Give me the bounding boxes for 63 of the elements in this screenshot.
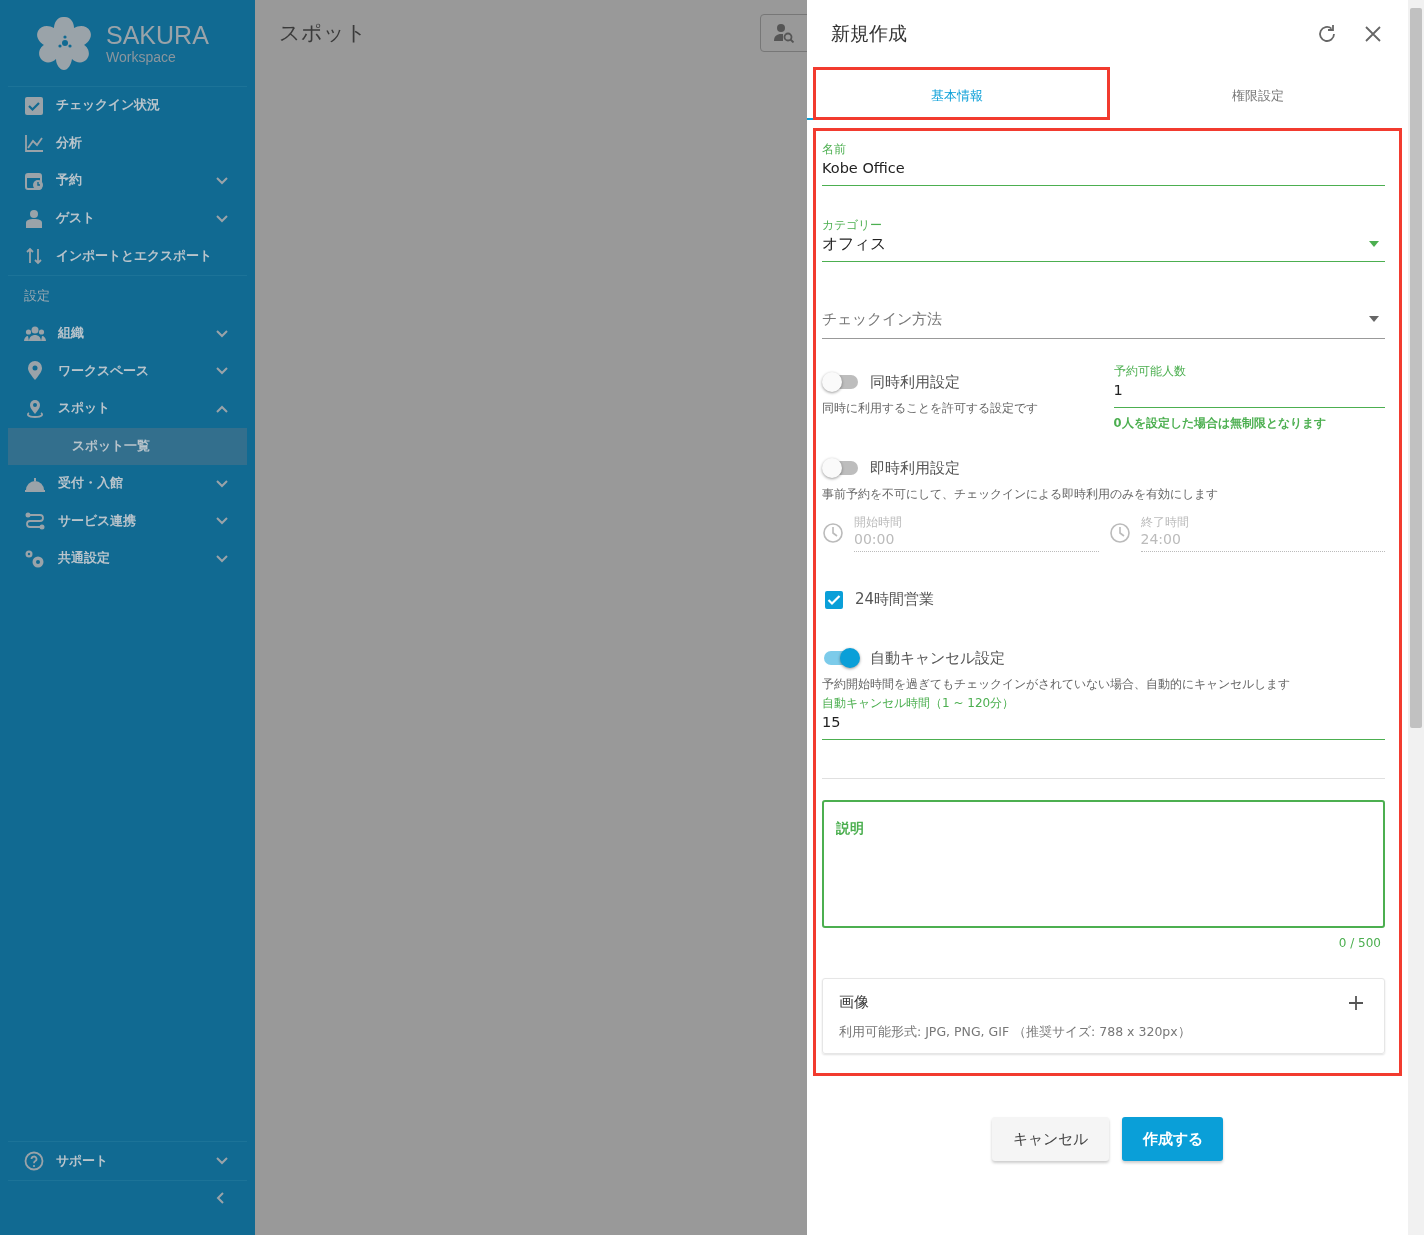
user-search-icon — [773, 23, 795, 43]
add-icon[interactable] — [1348, 994, 1364, 1011]
nav-item[interactable]: 共通設定 — [0, 539, 255, 578]
close-icon[interactable] — [1364, 25, 1382, 43]
toggle-label: 自動キャンセル設定 — [870, 648, 1005, 668]
image-section-title: 画像 — [839, 993, 869, 1012]
nav-item[interactable]: チェックイン状況 — [0, 87, 255, 125]
name-field[interactable]: 名前 Kobe Office — [822, 142, 1385, 186]
page-title: スポット — [279, 20, 368, 47]
tab[interactable]: 基本情報 — [807, 74, 1108, 120]
character-counter: 0 / 500 — [1338, 936, 1381, 950]
help-icon — [24, 1151, 44, 1172]
toggle-switch[interactable] — [822, 371, 860, 393]
category-select[interactable]: カテゴリー オフィス — [822, 218, 1385, 262]
setting-description: 同時に利用することを許可する設定です — [822, 401, 1039, 416]
checkin-method-select[interactable]: チェックイン方法 — [822, 308, 1385, 339]
logo-subtitle: Workspace — [106, 49, 177, 65]
nav-item[interactable]: インポートとエクスポート — [0, 237, 255, 275]
drawer-title: 新規作成 — [831, 21, 908, 46]
nav-item[interactable]: ワークスペース — [0, 352, 255, 391]
setting-description: 予約開始時間を過ぎてもチェックインがされていない場合、自動的にキャンセルします — [822, 677, 1291, 692]
checkbox-icon — [24, 95, 44, 116]
checkbox-label: 24時間営業 — [855, 590, 935, 609]
toggle-label: 同時利用設定 — [870, 372, 960, 392]
nav-item[interactable]: 予約 — [0, 162, 255, 200]
image-format-note: 利用可能形式: JPG, PNG, GIF （推奨サイズ: 788 x 320px） — [839, 1024, 1192, 1041]
scrollbar[interactable] — [1408, 0, 1424, 1235]
nav-item[interactable]: スポット — [0, 390, 255, 428]
gears-icon — [24, 548, 46, 569]
collapse-icon[interactable] — [215, 1191, 225, 1205]
nav-item[interactable]: サポート — [0, 1142, 255, 1180]
create-button[interactable]: 作成する — [1122, 1117, 1223, 1161]
nav-item[interactable]: サービス連携 — [0, 502, 255, 540]
cancel-button[interactable]: キャンセル — [992, 1117, 1109, 1161]
capacity-field[interactable]: 予約可能人数 1 — [1113, 364, 1385, 408]
checkbox[interactable] — [825, 590, 843, 609]
flower-logo-icon — [36, 15, 94, 71]
sub-nav-item[interactable]: スポット一覧 — [8, 427, 247, 465]
clock-icon — [1108, 522, 1131, 544]
line-chart-icon — [24, 133, 44, 154]
refresh-icon[interactable] — [1316, 23, 1338, 45]
person-icon — [24, 208, 44, 229]
nav-item[interactable]: 組織 — [0, 314, 255, 353]
nav-item[interactable]: 受付・入館 — [0, 464, 255, 503]
up-down-arrows-icon — [24, 246, 44, 267]
location-pin-icon — [24, 398, 46, 419]
field-hint: 0人を設定した場合は無制限となります — [1113, 416, 1327, 431]
toggle-label: 即時利用設定 — [870, 458, 960, 478]
section-label: 設定 — [23, 286, 51, 305]
description-textarea[interactable]: 説明 — [822, 800, 1385, 928]
nav-item[interactable]: 分析 — [0, 124, 255, 163]
logo-title: SAKURA — [106, 21, 209, 49]
dropdown-arrow-icon — [1369, 241, 1379, 247]
setting-description: 事前予約を不可にして、チェックインによる即時利用のみを有効にします — [822, 487, 1219, 502]
dropdown-arrow-icon — [1369, 316, 1379, 322]
clock-icon — [822, 522, 844, 544]
toggle-switch[interactable] — [822, 647, 860, 669]
toggle-switch[interactable] — [822, 457, 860, 479]
connection-icon — [24, 511, 46, 532]
auto-cancel-minutes-field[interactable]: 自動キャンセル時間（1 ~ 120分） 15 — [822, 696, 1385, 740]
tab[interactable]: 権限設定 — [1107, 74, 1408, 120]
calendar-icon — [24, 171, 44, 191]
nav-item[interactable]: ゲスト — [0, 199, 255, 238]
